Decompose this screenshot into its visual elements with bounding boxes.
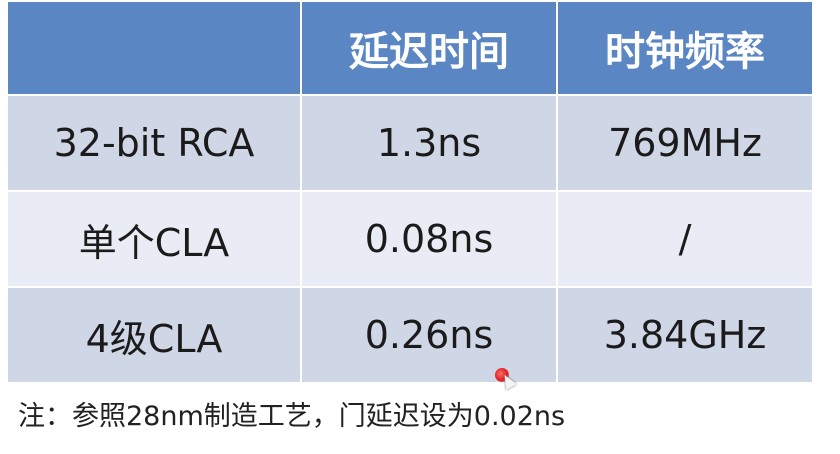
- frequency-cell: 769MHz: [558, 96, 812, 190]
- header-cell-delay: 延迟时间: [302, 2, 556, 94]
- header-cell-empty: [8, 2, 300, 94]
- delay-cell: 0.08ns: [302, 192, 556, 286]
- row-label-cell: 32-bit RCA: [8, 96, 300, 190]
- table-row: 32-bit RCA 1.3ns 769MHz: [8, 96, 812, 190]
- comparison-table: 延迟时间 时钟频率 32-bit RCA 1.3ns 769MHz 单个CLA …: [6, 0, 814, 384]
- table-body: 32-bit RCA 1.3ns 769MHz 单个CLA 0.08ns / 4…: [8, 96, 812, 382]
- footnote: 注：参照28nm制造工艺，门延迟设为0.02ns: [18, 401, 566, 432]
- table-row: 单个CLA 0.08ns /: [8, 192, 812, 286]
- header-cell-clock-frequency: 时钟频率: [558, 2, 812, 94]
- table-header: 延迟时间 时钟频率: [8, 2, 812, 94]
- table-row: 4级CLA 0.26ns 3.84GHz: [8, 288, 812, 382]
- frequency-cell: 3.84GHz: [558, 288, 812, 382]
- header-row: 延迟时间 时钟频率: [8, 2, 812, 94]
- frequency-cell: /: [558, 192, 812, 286]
- row-label-cell: 4级CLA: [8, 288, 300, 382]
- delay-cell: 1.3ns: [302, 96, 556, 190]
- row-label-cell: 单个CLA: [8, 192, 300, 286]
- delay-cell: 0.26ns: [302, 288, 556, 382]
- slide: 延迟时间 时钟频率 32-bit RCA 1.3ns 769MHz 单个CLA …: [0, 0, 840, 454]
